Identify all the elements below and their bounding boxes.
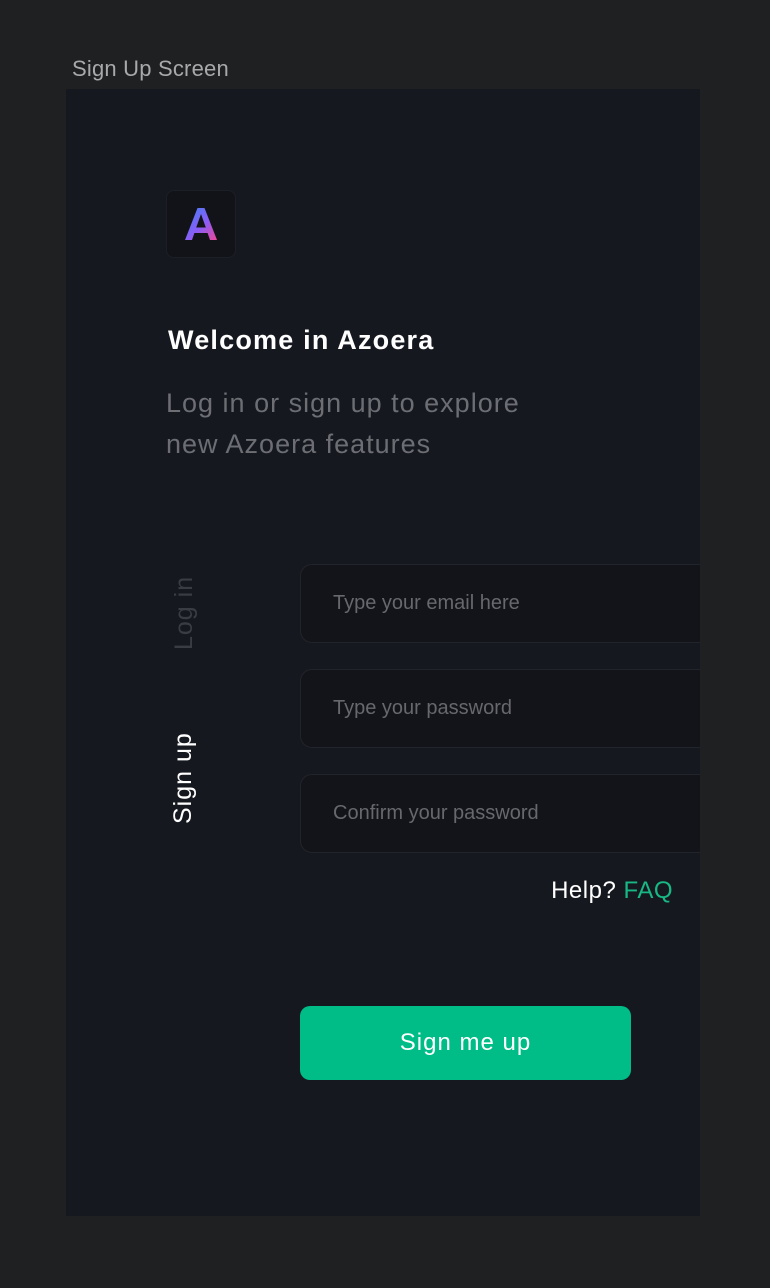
sign-me-up-button[interactable]: Sign me up <box>300 1006 631 1080</box>
email-field[interactable] <box>300 564 700 643</box>
faq-link[interactable]: FAQ <box>623 877 673 904</box>
logo-letter-a-icon <box>185 208 217 240</box>
help-label: Help? <box>551 877 617 904</box>
welcome-heading: Welcome in Azoera <box>168 325 435 355</box>
tab-sign-up[interactable]: Sign up <box>169 732 198 824</box>
frame-title: Sign Up Screen <box>72 56 229 81</box>
help-line: Help? FAQ <box>551 877 673 905</box>
app-logo <box>166 190 236 258</box>
sign-up-screen: Welcome in Azoera Log in or sign up to e… <box>66 89 700 1216</box>
password-field[interactable] <box>300 669 700 748</box>
confirm-password-field[interactable] <box>300 774 700 853</box>
welcome-subtitle: Log in or sign up to explore new Azoera … <box>166 388 520 459</box>
tab-log-in[interactable]: Log in <box>170 576 199 650</box>
